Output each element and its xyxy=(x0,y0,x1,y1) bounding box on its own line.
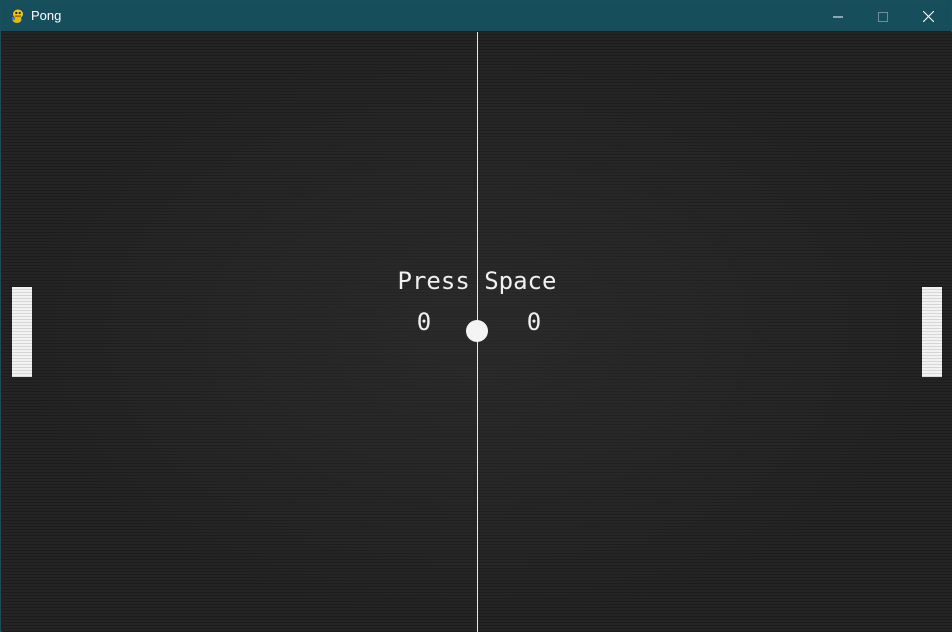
title-bar[interactable]: Pong xyxy=(1,1,951,31)
left-paddle xyxy=(12,287,32,377)
right-score: 0 xyxy=(526,308,542,336)
close-icon xyxy=(922,7,934,26)
ball xyxy=(466,320,488,342)
window-title: Pong xyxy=(31,8,62,23)
maximize-button[interactable] xyxy=(860,1,906,31)
pygame-snake-icon xyxy=(10,8,26,24)
minimize-button[interactable] xyxy=(815,1,861,31)
left-score: 0 xyxy=(416,308,432,336)
close-button[interactable] xyxy=(905,1,951,31)
minimize-icon xyxy=(833,7,843,26)
press-space-prompt: Press Space xyxy=(397,267,557,295)
maximize-icon xyxy=(878,7,888,26)
game-canvas[interactable]: Press Space 0 0 xyxy=(2,32,952,632)
right-paddle xyxy=(922,287,942,377)
game-window: Pong Press Space 0 0 xyxy=(0,0,952,632)
